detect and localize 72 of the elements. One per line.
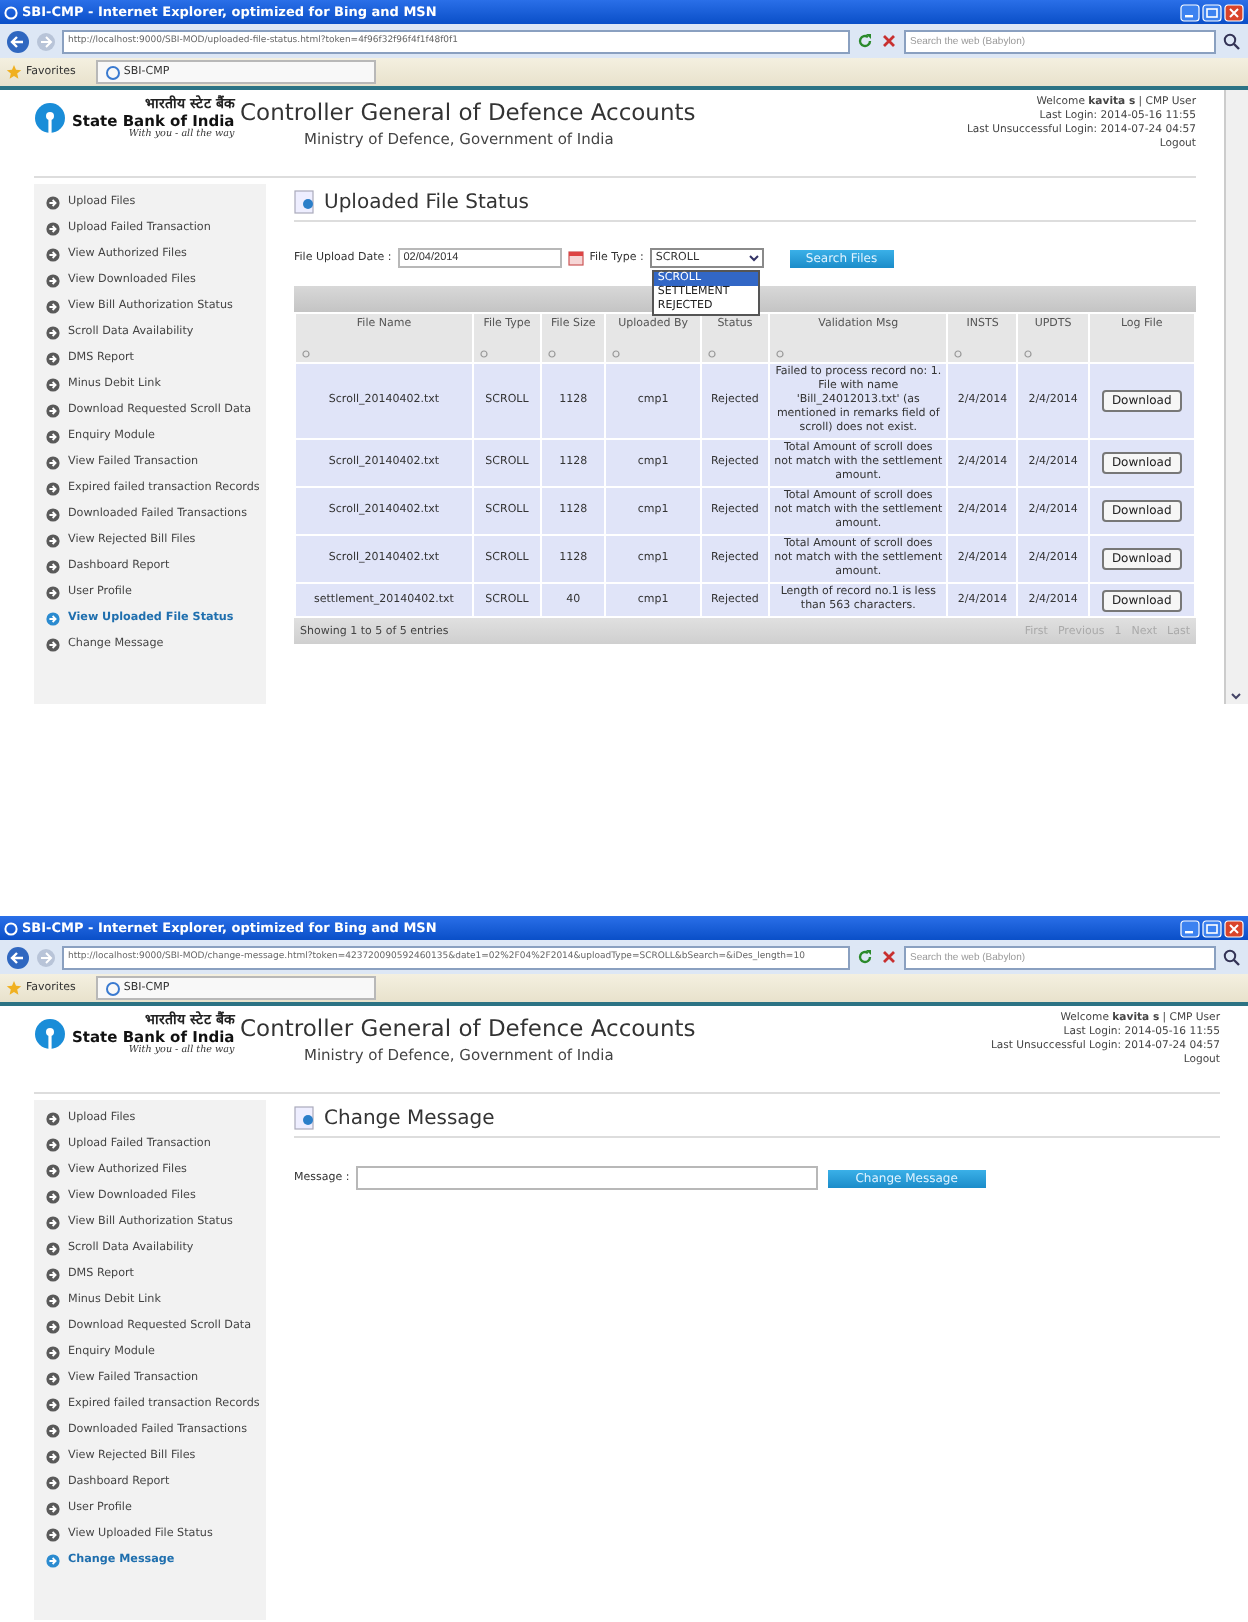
page-title-icon [294, 1106, 318, 1130]
arrow-circle-icon [46, 1554, 60, 1568]
sort-icon [954, 350, 963, 358]
maximize-icon[interactable] [1202, 3, 1222, 21]
arrow-circle-icon [46, 430, 60, 444]
refresh-icon[interactable] [856, 32, 874, 50]
page-title-icon [294, 190, 318, 214]
sort-icon [480, 350, 488, 358]
refresh-icon[interactable] [856, 948, 874, 966]
star-icon [6, 980, 22, 996]
arrow-circle-icon [46, 456, 60, 470]
arrow-circle-icon [46, 1294, 60, 1308]
calendar-icon[interactable] [567, 250, 584, 266]
arrow-circle-icon [46, 352, 60, 366]
arrow-circle-icon [46, 1398, 60, 1412]
arrow-circle-icon [46, 248, 60, 262]
arrow-circle-icon [46, 1268, 60, 1282]
arrow-circle-icon [46, 1502, 60, 1516]
arrow-circle-icon [46, 274, 60, 288]
arrow-circle-icon [46, 1216, 60, 1230]
sort-icon [612, 350, 621, 358]
sort-icon [302, 350, 310, 358]
minimize-icon[interactable] [1180, 3, 1200, 21]
sort-icon [547, 350, 556, 358]
arrow-circle-icon [46, 1320, 60, 1334]
arrow-circle-icon [46, 1372, 60, 1386]
arrow-circle-icon [46, 638, 60, 652]
search-icon[interactable] [1222, 948, 1242, 966]
star-icon [6, 64, 22, 80]
arrow-circle-icon [46, 404, 60, 418]
arrow-circle-icon [46, 534, 60, 548]
message-field[interactable] [355, 1166, 818, 1190]
arrow-circle-icon [46, 1450, 60, 1464]
arrow-circle-icon [46, 1528, 60, 1542]
stop-icon[interactable] [880, 948, 898, 966]
arrow-circle-icon [46, 508, 60, 522]
arrow-circle-icon [46, 326, 60, 340]
site-title: Controller General of Defence Accounts [240, 96, 698, 126]
arrow-circle-icon [46, 1346, 60, 1360]
arrow-circle-icon [46, 1138, 60, 1152]
sort-icon [776, 350, 785, 358]
arrow-circle-icon [46, 1190, 60, 1204]
site-title: Controller General of Defence Accounts [240, 1012, 698, 1042]
arrow-circle-icon [46, 560, 60, 574]
bank-logo-icon [34, 1018, 66, 1050]
back-icon[interactable] [6, 945, 30, 969]
sort-icon [1024, 350, 1033, 358]
arrow-circle-icon [46, 1242, 60, 1256]
page-title: Uploaded File Status [324, 191, 529, 213]
arrow-circle-icon [46, 222, 60, 236]
page-title: Change Message [324, 1107, 495, 1129]
close-icon[interactable] [1224, 3, 1244, 21]
minimize-icon[interactable] [1180, 919, 1200, 937]
back-icon[interactable] [6, 29, 30, 53]
arrow-circle-icon [46, 196, 60, 210]
maximize-icon[interactable] [1202, 919, 1222, 937]
search-icon[interactable] [1222, 32, 1242, 50]
arrow-circle-icon [46, 1424, 60, 1438]
arrow-circle-icon [46, 482, 60, 496]
arrow-circle-icon [46, 300, 60, 314]
arrow-circle-icon [46, 1164, 60, 1178]
arrow-circle-icon [46, 1476, 60, 1490]
arrow-circle-icon [46, 378, 60, 392]
dropdown-caret-icon [747, 252, 760, 264]
bank-logo-icon [34, 102, 66, 134]
arrow-circle-icon [46, 1112, 60, 1126]
stop-icon[interactable] [880, 32, 898, 50]
sort-icon [707, 350, 716, 358]
arrow-circle-icon [46, 586, 60, 600]
close-icon[interactable] [1224, 919, 1244, 937]
arrow-circle-icon [46, 612, 60, 626]
scroll-down-icon[interactable] [1226, 688, 1246, 704]
